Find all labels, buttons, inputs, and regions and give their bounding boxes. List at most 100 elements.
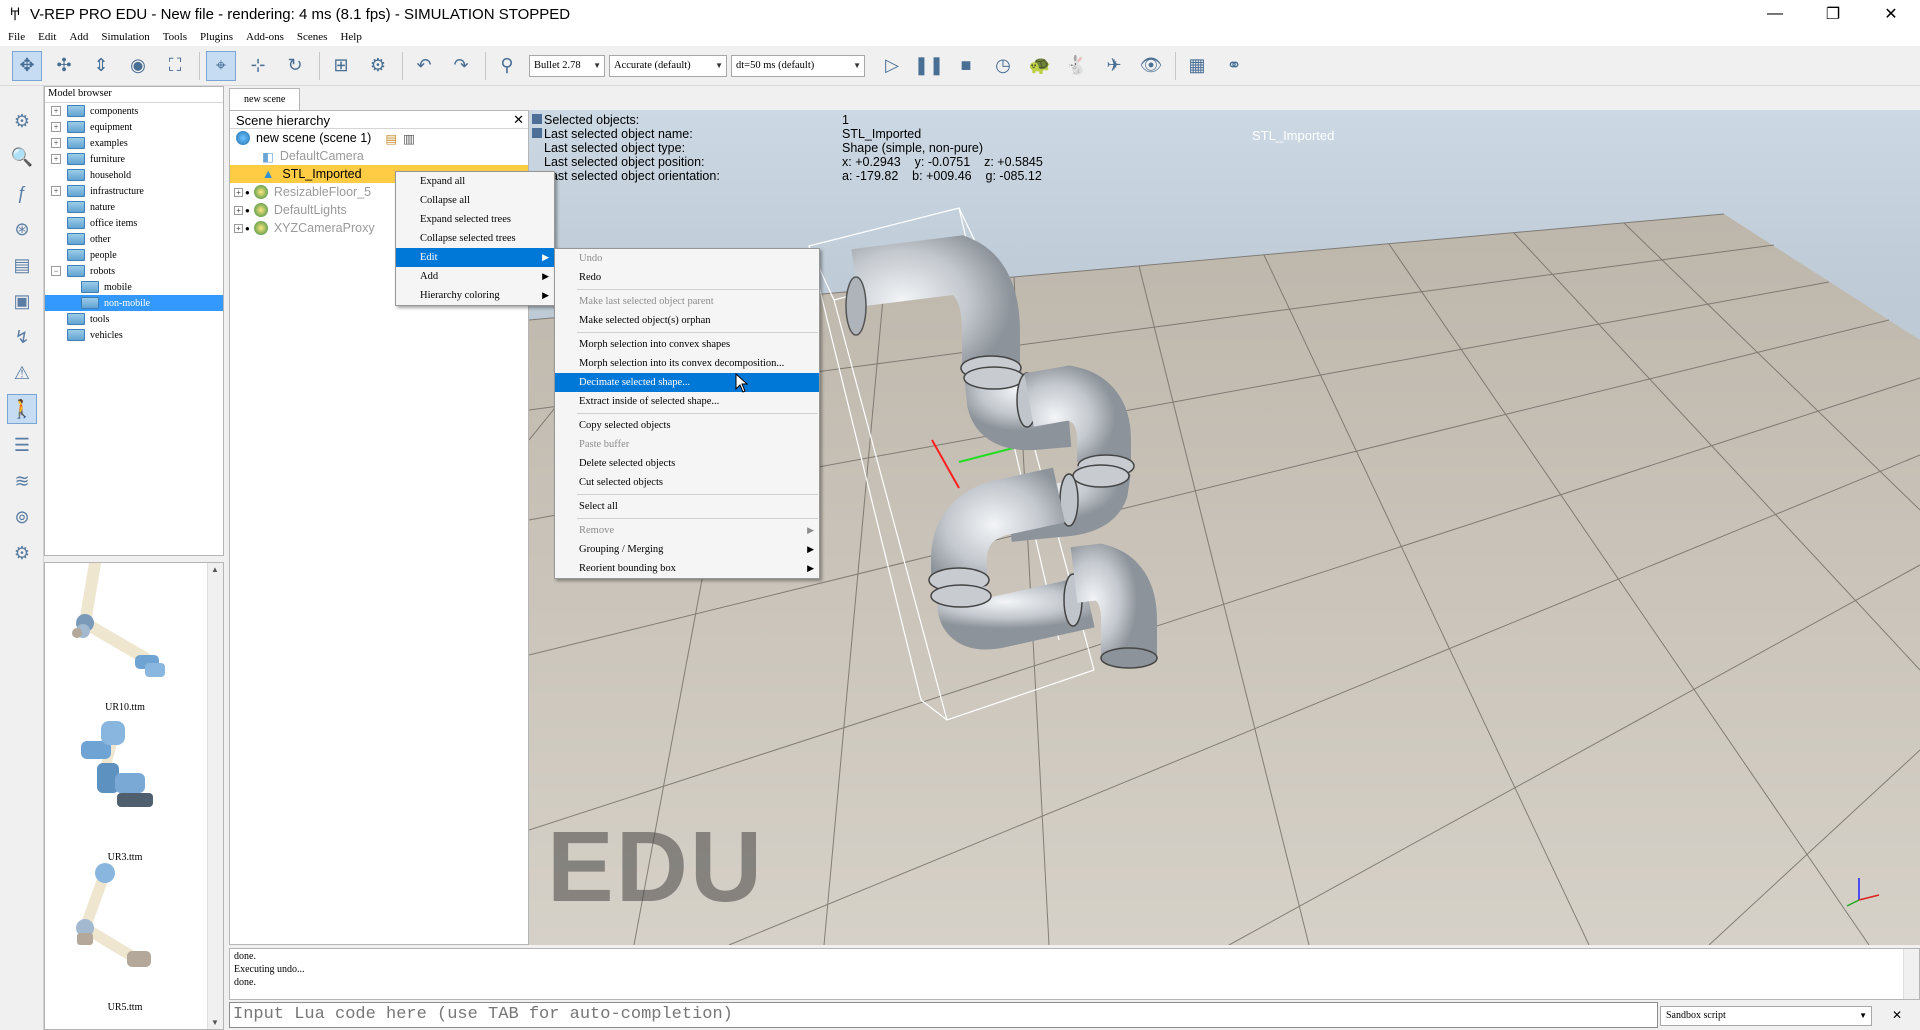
expand-icon[interactable]: + <box>51 122 61 132</box>
visualization-icon[interactable]: 👁 <box>1136 51 1166 81</box>
model-browser-item[interactable]: + furniture <box>45 151 223 167</box>
physics-engine-select[interactable]: Bullet 2.78 ▼ <box>529 54 605 77</box>
camera-angle-icon[interactable]: ◉ <box>123 51 153 81</box>
model-browser-item[interactable]: + equipment <box>45 119 223 135</box>
menu-item-collapse-selected[interactable]: Collapse selected trees <box>396 229 554 248</box>
model-browser-item[interactable]: office items <box>45 215 223 231</box>
model-thumbnail[interactable]: UR10.ttm <box>55 563 195 713</box>
calculation-modules-icon[interactable]: 🔍 <box>7 142 37 172</box>
click-selection-icon[interactable]: ⌖ <box>206 50 236 81</box>
collapse-icon[interactable]: − <box>51 266 61 276</box>
scroll-up-icon[interactable]: ▲ <box>211 565 219 574</box>
menu-item-undo[interactable]: Undo <box>555 249 819 268</box>
camera-pan-icon[interactable]: ✥ <box>12 50 42 81</box>
model-browser-item[interactable]: people <box>45 247 223 263</box>
model-browser-item[interactable]: non-mobile <box>45 295 223 311</box>
camera-rotate-icon[interactable]: ✣ <box>49 51 79 81</box>
menu-item-reorient[interactable]: Reorient bounding box ▶ <box>555 559 819 578</box>
minimize-button[interactable]: — <box>1746 0 1804 28</box>
model-thumbnail[interactable]: UR5.ttm <box>55 863 195 1013</box>
close-icon[interactable]: ✕ <box>1892 1008 1902 1022</box>
close-window-button[interactable]: ✕ <box>1862 0 1920 28</box>
expand-icon[interactable]: + <box>234 187 243 197</box>
menu-plugins[interactable]: Plugins <box>200 31 233 43</box>
model-browser-item[interactable]: nature <box>45 199 223 215</box>
menu-add[interactable]: Add <box>69 31 88 43</box>
console-scrollbar[interactable] <box>1903 949 1919 999</box>
close-icon[interactable]: ✕ <box>513 112 524 128</box>
menu-edit[interactable]: Edit <box>38 31 56 43</box>
video-recorder-icon[interactable]: ⊚ <box>7 502 37 532</box>
menu-item-paste[interactable]: Paste buffer <box>555 435 819 454</box>
menu-item-edit[interactable]: Edit ▶ <box>396 248 554 267</box>
menu-file[interactable]: File <box>8 31 25 43</box>
model-browser-item[interactable]: + components <box>45 103 223 119</box>
menu-item-collapse-all[interactable]: Collapse all <box>396 191 554 210</box>
menu-item-decimate[interactable]: Decimate selected shape... <box>555 373 819 392</box>
layers-icon[interactable]: ≋ <box>7 466 37 496</box>
shape-edit-icon[interactable]: ▣ <box>7 286 37 316</box>
path-edit-icon[interactable]: ↯ <box>7 322 37 352</box>
script-type-select[interactable]: Sandbox script ▼ <box>1660 1006 1872 1026</box>
model-browser-item[interactable]: vehicles <box>45 327 223 343</box>
scene-selector-icon[interactable]: ⚭ <box>1219 51 1249 81</box>
hierarchy-item-defaultcamera[interactable]: ◧ DefaultCamera <box>230 147 528 165</box>
undo-icon[interactable]: ↶ <box>409 51 439 81</box>
menu-item-redo[interactable]: Redo <box>555 268 819 287</box>
script-icon[interactable]: ▤ <box>385 131 397 146</box>
menu-item-extract-inside[interactable]: Extract inside of selected shape... <box>555 392 819 411</box>
assemble-icon[interactable]: ⊞ <box>326 51 356 81</box>
menu-addons[interactable]: Add-ons <box>246 31 284 43</box>
model-browser-item[interactable]: mobile <box>45 279 223 295</box>
restore-button[interactable]: ❐ <box>1804 0 1862 28</box>
scroll-down-icon[interactable]: ▼ <box>211 1018 219 1027</box>
camera-shift-icon[interactable]: ⇕ <box>86 51 116 81</box>
expand-icon[interactable]: + <box>51 138 61 148</box>
lua-command-input[interactable]: Input Lua code here (use TAB for auto-co… <box>229 1002 1658 1028</box>
pause-icon[interactable]: ❚❚ <box>914 51 944 81</box>
model-browser-item[interactable]: household <box>45 167 223 183</box>
expand-icon[interactable]: + <box>234 223 243 233</box>
scripts-icon[interactable]: ▤ <box>7 250 37 280</box>
scene-hierarchy-toggle-icon[interactable]: ☰ <box>7 430 37 460</box>
model-browser-item[interactable]: tools <box>45 311 223 327</box>
menu-item-delete[interactable]: Delete selected objects <box>555 454 819 473</box>
menu-item-copy[interactable]: Copy selected objects <box>555 416 819 435</box>
simulation-settings-icon[interactable]: ⚙ <box>7 106 37 136</box>
stop-icon[interactable]: ■ <box>951 51 981 81</box>
menu-item-make-parent[interactable]: Make last selected object parent <box>555 292 819 311</box>
transfer-dna-icon[interactable]: ⚙ <box>363 51 393 81</box>
menu-item-expand-all[interactable]: Expand all <box>396 172 554 191</box>
function-icon[interactable]: ƒ <box>7 178 37 208</box>
realtime-icon[interactable]: ◷ <box>988 51 1018 81</box>
menu-item-grouping[interactable]: Grouping / Merging ▶ <box>555 540 819 559</box>
model-browser-item[interactable]: + examples <box>45 135 223 151</box>
menu-help[interactable]: Help <box>340 31 361 43</box>
menu-tools[interactable]: Tools <box>163 31 187 43</box>
model-browser-item[interactable]: − robots <box>45 263 223 279</box>
collection-icon[interactable]: ⊛ <box>7 214 37 244</box>
slower-icon[interactable]: 🐢 <box>1025 51 1055 81</box>
expand-icon[interactable]: + <box>51 106 61 116</box>
page-selector-icon[interactable]: ▦ <box>1182 51 1212 81</box>
film-icon[interactable]: ▥ <box>403 131 415 146</box>
thread-rendering-icon[interactable]: ✈ <box>1099 51 1129 81</box>
accuracy-select[interactable]: Accurate (default) ▼ <box>609 54 727 77</box>
menu-simulation[interactable]: Simulation <box>101 31 149 43</box>
expand-icon[interactable]: + <box>234 205 243 215</box>
selection-icon[interactable]: ⚠ <box>7 358 37 388</box>
redo-icon[interactable]: ↷ <box>446 51 476 81</box>
faster-icon[interactable]: 🐇 <box>1062 51 1092 81</box>
menu-item-make-orphan[interactable]: Make selected object(s) orphan <box>555 311 819 330</box>
thumbnails-scrollbar[interactable]: ▲ ▼ <box>207 563 223 1029</box>
model-thumbnail[interactable]: UR3.ttm <box>55 713 195 863</box>
object-rotate-icon[interactable]: ↻ <box>280 51 310 81</box>
expand-icon[interactable]: + <box>51 154 61 164</box>
model-browser-item[interactable]: + infrastructure <box>45 183 223 199</box>
play-icon[interactable]: ▷ <box>877 51 907 81</box>
menu-item-expand-selected[interactable]: Expand selected trees <box>396 210 554 229</box>
model-browser-toggle-icon[interactable]: 🚶 <box>7 394 37 424</box>
dynamics-icon[interactable]: ⚲ <box>492 51 522 81</box>
object-shift-icon[interactable]: ⊹ <box>243 51 273 81</box>
menu-item-select-all[interactable]: Select all <box>555 497 819 516</box>
